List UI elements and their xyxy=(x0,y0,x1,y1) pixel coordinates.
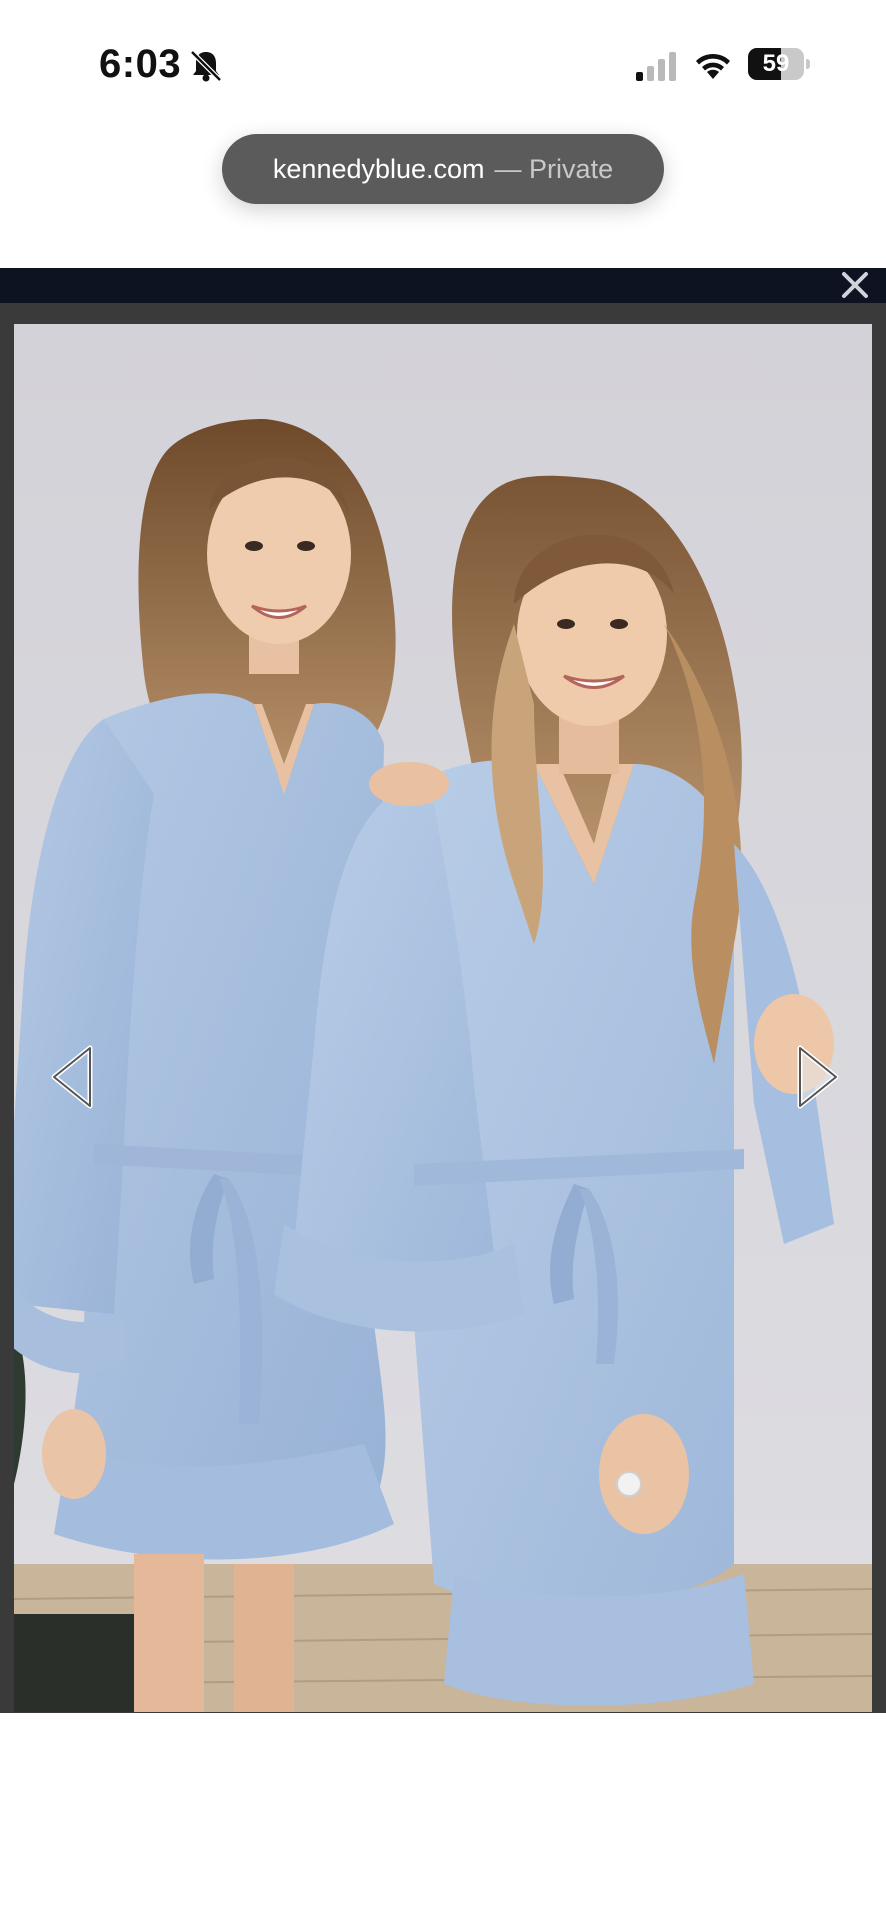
address-bar[interactable]: kennedyblue.com — Private xyxy=(222,134,664,204)
wifi-icon xyxy=(696,53,730,79)
status-time: 6:03 xyxy=(99,42,182,86)
chevron-left-icon[interactable] xyxy=(46,1042,98,1112)
chevron-right-icon[interactable] xyxy=(792,1042,844,1112)
bell-slash-icon xyxy=(190,50,222,82)
battery-icon: 59 xyxy=(748,48,812,80)
lightbox-header xyxy=(0,268,886,303)
cellular-signal-icon xyxy=(636,52,676,81)
page-bottom-area xyxy=(0,1713,886,1920)
status-bar: 6:03 59 xyxy=(0,0,886,130)
close-icon[interactable] xyxy=(838,268,872,302)
battery-percent: 59 xyxy=(762,50,790,77)
product-photo xyxy=(14,324,872,1712)
private-mode-label: — Private xyxy=(494,153,614,184)
address-domain: kennedyblue.com xyxy=(272,153,485,184)
